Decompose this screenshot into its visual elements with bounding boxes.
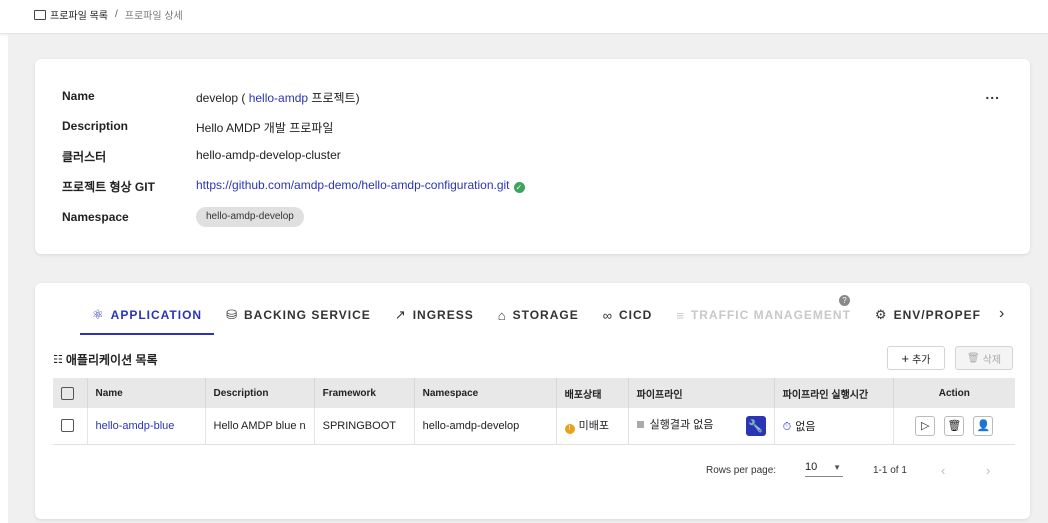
pipeline-time-text: 없음 [795,420,816,433]
cell-pipeline: 실행결과 없음 🔧 [628,408,775,445]
tab-storage[interactable]: ⌂ STORAGE [486,297,591,333]
tab-backing-service[interactable]: ⛁ BACKING SERVICE [214,297,383,333]
profile-name-prefix: develop ( [196,91,249,105]
pipeline-text: 실행결과 없음 [649,418,714,431]
col-deploy-status[interactable]: 배포상태 [556,378,629,408]
next-page-icon[interactable]: › [986,463,990,478]
prev-page-icon[interactable]: ‹ [941,463,945,478]
tab-cicd[interactable]: ∞ CICD [591,297,665,333]
tab-traffic-management: ≡ TRAFFIC MANAGEMENT [664,297,863,333]
help-icon[interactable]: ? [839,295,850,306]
col-pipeline-time[interactable]: 파이프라인 실행시간 [774,378,894,408]
cell-deploy-status: ! 미배포 [556,408,629,445]
col-action: Action [893,378,1015,408]
rows-per-page-label: Rows per page: [706,465,777,476]
plus-icon: + [901,350,910,366]
top-bar: 프로파일 목록 / 프로파일 상세 [0,0,1048,34]
clock-icon: ⏱ [782,420,792,433]
status-square-icon [636,420,644,428]
select-all-cell [53,378,88,408]
breadcrumb-separator: / [114,9,118,20]
add-button-label: 추가 [912,354,931,366]
tab-env-properties[interactable]: ⚙ ENV/PROPEF [863,297,993,333]
more-options-icon[interactable]: ... [985,86,1000,102]
resources-card: ⚛ APPLICATION ⛁ BACKING SERVICE ↗ INGRES… [35,283,1030,519]
list-title-text: 애플리케이션 목록 [65,353,158,367]
info-value-name: develop ( hello-amdp 프로젝트) [196,89,360,106]
list-title: ☷ 애플리케이션 목록 [53,351,158,368]
info-label-description: Description [62,119,129,133]
page-range: 1-1 of 1 [873,465,907,476]
add-button[interactable]: + 추가 [887,346,945,370]
trash-icon[interactable]: 🗑 [944,415,965,436]
col-namespace[interactable]: Namespace [414,378,557,408]
tab-label: CICD [619,308,653,322]
info-value-git: https://github.com/amdp-demo/hello-amdp-… [196,178,525,193]
tab-label: TRAFFIC MANAGEMENT [690,308,851,322]
delete-button-label: 삭제 [982,354,1002,366]
app-name-link[interactable]: hello-amdp-blue [96,420,175,432]
trash-icon: 🗑 [966,352,980,364]
row-select-cell [53,408,88,445]
table-row[interactable]: hello-amdp-blue Hello AMDP blue n SPRING… [53,408,1015,445]
table-header-row: Name Description Framework Namespace 배포상… [53,378,1015,408]
info-label-git: 프로젝트 형상 GIT [62,180,155,194]
caret-down-icon: ▼ [833,463,841,472]
gear-icon: ⚙ [874,307,888,322]
cell-pipeline-time: ⏱ 없음 [774,408,894,445]
tab-label: STORAGE [512,308,579,322]
tab-label: ENV/PROPEF [893,308,981,322]
traffic-icon: ≡ [676,307,685,323]
info-value-description: Hello AMDP 개발 프로파일 [196,121,334,135]
profile-info-card: Name develop ( hello-amdp 프로젝트) Descript… [35,59,1030,254]
row-checkbox[interactable] [61,419,74,433]
deploy-icon[interactable]: ▷ [915,415,936,436]
col-pipeline[interactable]: 파이프라인 [628,378,775,408]
project-link[interactable]: hello-amdp [249,91,308,105]
deploy-status-text: 미배포 [578,420,609,433]
info-value-cluster: hello-amdp-develop-cluster [196,148,341,162]
chevron-right-icon[interactable]: › [999,305,1004,323]
delete-button[interactable]: 🗑 삭제 [955,346,1013,370]
external-link-icon: ↗ [394,307,407,322]
database-icon: ⛁ [226,307,239,322]
namespace-chip: hello-amdp-develop [196,207,304,227]
info-label-cluster: 클러스터 [62,150,107,164]
cell-namespace: hello-amdp-develop [414,408,557,445]
resource-tabs: ⚛ APPLICATION ⛁ BACKING SERVICE ↗ INGRES… [80,297,993,335]
profile-name-suffix: 프로젝트) [308,91,360,105]
user-icon[interactable]: 👤 [973,415,994,436]
cell-name: hello-amdp-blue [87,408,206,445]
folder-icon [34,9,46,20]
git-url-link[interactable]: https://github.com/amdp-demo/hello-amdp-… [196,178,510,192]
col-framework[interactable]: Framework [314,378,415,408]
info-label-namespace: Namespace [62,210,129,224]
tab-application[interactable]: ⚛ APPLICATION [80,297,215,335]
rows-per-page-value: 10 [805,461,818,473]
breadcrumb: 프로파일 목록 / 프로파일 상세 [34,7,183,22]
infinity-icon: ∞ [602,307,613,323]
cell-description: Hello AMDP blue n [205,408,315,445]
warning-dot-icon: ! [564,424,575,435]
tab-label: INGRESS [412,308,474,322]
atom-icon: ⚛ [92,307,105,322]
storage-icon: ⌂ [497,307,507,323]
tab-label: APPLICATION [110,308,203,322]
tab-label: BACKING SERVICE [244,308,371,322]
tab-ingress[interactable]: ↗ INGRESS [383,297,486,333]
info-label-name: Name [62,89,95,103]
col-name[interactable]: Name [87,378,206,408]
cell-actions: ▷ 🗑 👤 [893,408,1015,445]
col-description[interactable]: Description [205,378,315,408]
wrench-icon[interactable]: 🔧 [745,415,766,436]
breadcrumb-current: 프로파일 상세 [124,11,183,22]
rows-per-page-select[interactable]: 10 ▼ [805,461,843,477]
list-icon: ☷ [53,354,63,366]
cell-framework: SPRINGBOOT [314,408,415,445]
check-circle-icon: ✓ [513,182,525,193]
select-all-checkbox[interactable] [61,386,74,400]
breadcrumb-parent[interactable]: 프로파일 목록 [50,7,108,22]
applications-table: Name Description Framework Namespace 배포상… [53,378,1015,445]
